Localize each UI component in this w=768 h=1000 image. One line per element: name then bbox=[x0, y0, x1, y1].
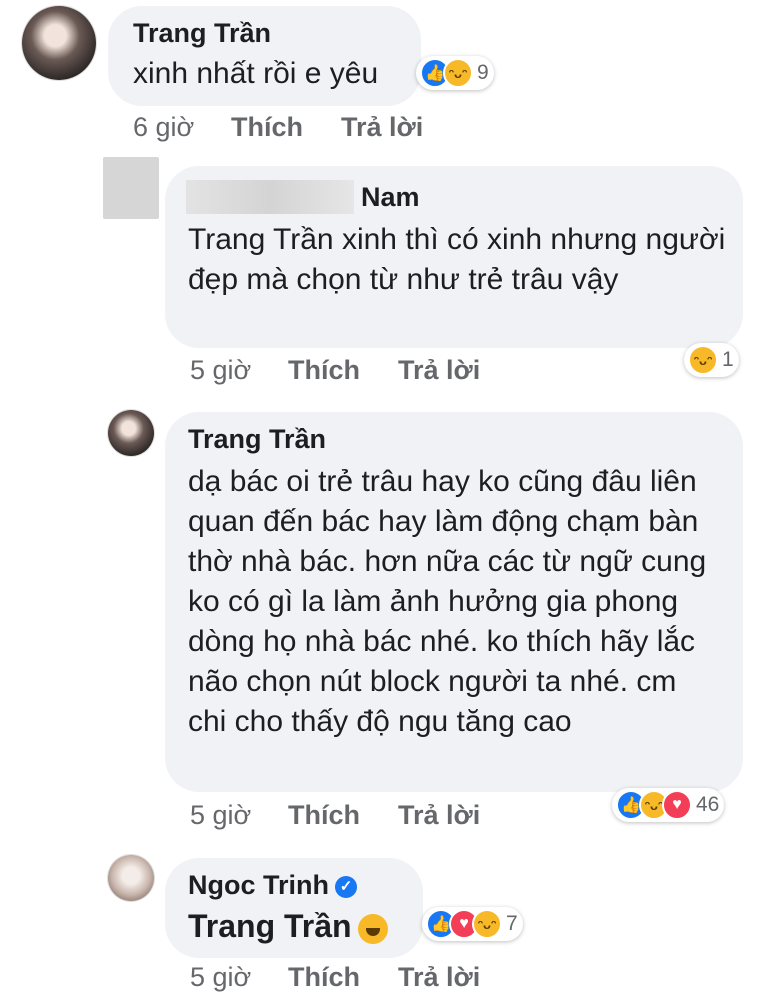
haha-icon: ᵔᴗᵔ bbox=[472, 909, 502, 939]
reply-button[interactable]: Trả lời bbox=[341, 112, 423, 143]
like-button[interactable]: Thích bbox=[288, 355, 360, 386]
reaction-count: 1 bbox=[722, 348, 734, 371]
comment-text: xinh nhất rồi e yêu bbox=[133, 57, 379, 90]
comment-author[interactable]: Ngoc Trinh ✓ bbox=[188, 870, 357, 901]
avatar[interactable] bbox=[103, 157, 159, 219]
like-button[interactable]: Thích bbox=[288, 962, 360, 993]
comment-time[interactable]: 5 giờ bbox=[190, 355, 251, 386]
comment-author[interactable]: Nam bbox=[361, 182, 420, 213]
comment-text: Trang Trần xinh thì có xinh nhưng người … bbox=[188, 223, 726, 296]
verified-badge-icon: ✓ bbox=[335, 875, 357, 898]
reaction-count: 46 bbox=[696, 793, 720, 816]
comment-actions: 6 giờ Thích Trả lời bbox=[133, 112, 453, 146]
reaction-summary[interactable]: 👍 ᵔᴗᵔ ♥ 46 bbox=[612, 788, 725, 822]
haha-icon: ᵔᴗᵔ bbox=[443, 58, 473, 88]
reaction-count: 9 bbox=[477, 61, 489, 84]
comment-text: Trang Trần bbox=[188, 906, 388, 946]
reply-button[interactable]: Trả lời bbox=[398, 800, 480, 831]
comment-text: dạ bác oi trẻ trâu hay ko cũng đâu liên … bbox=[188, 465, 707, 738]
comment-actions: 5 giờ Thích Trả lời bbox=[190, 355, 510, 389]
reaction-summary[interactable]: 👍 ♥ ᵔᴗᵔ 7 bbox=[422, 907, 523, 941]
haha-icon: ᵔᴗᵔ bbox=[688, 345, 718, 375]
comment-actions: 5 giờ Thích Trả lời bbox=[190, 800, 510, 834]
comment-author[interactable]: Trang Trần bbox=[133, 18, 271, 49]
like-button[interactable]: Thích bbox=[231, 112, 303, 143]
love-icon: ♥ bbox=[662, 790, 692, 820]
like-button[interactable]: Thích bbox=[288, 800, 360, 831]
comment-time[interactable]: 5 giờ bbox=[190, 800, 251, 831]
comment-time[interactable]: 5 giờ bbox=[190, 962, 251, 993]
author-name: Ngoc Trinh bbox=[188, 870, 329, 900]
mention-link[interactable]: Trang Trần bbox=[188, 908, 352, 944]
avatar[interactable] bbox=[22, 6, 96, 80]
reaction-summary[interactable]: ᵔᴗᵔ 1 bbox=[684, 343, 739, 377]
comment-time[interactable]: 6 giờ bbox=[133, 112, 194, 143]
reply-button[interactable]: Trả lời bbox=[398, 962, 480, 993]
author-name-redacted bbox=[186, 180, 354, 214]
avatar[interactable] bbox=[108, 410, 154, 456]
comment-author[interactable]: Trang Trần bbox=[188, 424, 326, 455]
comment-actions: 5 giờ Thích Trả lời bbox=[190, 962, 510, 996]
reaction-summary[interactable]: 👍 ᵔᴗᵔ 9 bbox=[416, 56, 494, 90]
avatar[interactable] bbox=[108, 855, 154, 901]
reaction-count: 7 bbox=[506, 912, 518, 935]
reply-button[interactable]: Trả lời bbox=[398, 355, 480, 386]
laughing-emoji-icon bbox=[357, 913, 388, 944]
